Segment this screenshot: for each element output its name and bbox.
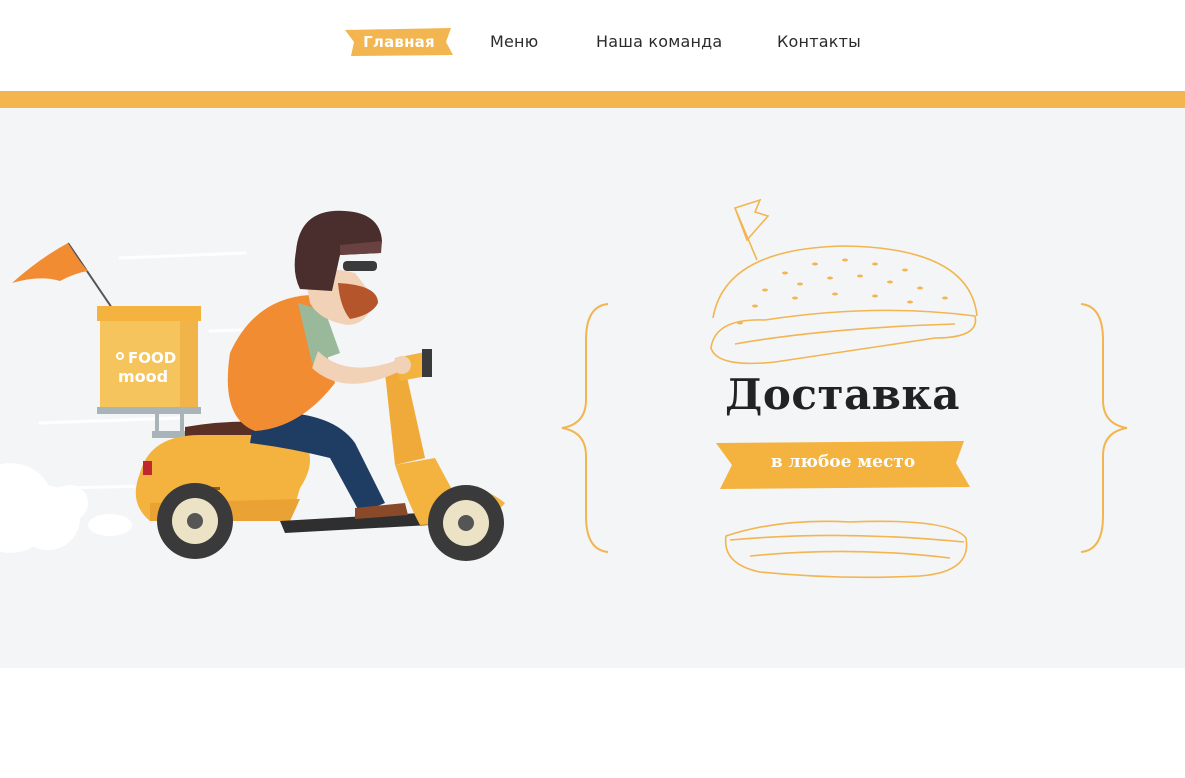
box-logo-line2: mood — [118, 367, 168, 386]
hero-section: FOOD mood Доставка в любое место — [0, 108, 1185, 778]
nav-item-menu-label: Меню — [490, 32, 539, 51]
hero-subtitle: в любое место — [770, 452, 916, 472]
left-brace-decoration — [561, 303, 609, 553]
nav-item-home-label: Главная — [363, 33, 435, 51]
hero-title: Доставка — [725, 370, 960, 419]
right-brace-decoration — [1080, 303, 1128, 553]
burger-top-bun-illustration — [710, 198, 978, 365]
nav-item-home[interactable]: Главная — [343, 28, 455, 56]
nav-item-contacts[interactable]: Контакты — [777, 28, 861, 56]
nav-item-menu[interactable]: Меню — [490, 28, 538, 56]
burger-bottom-bun-illustration — [724, 520, 968, 579]
nav-item-contacts-label: Контакты — [777, 32, 861, 51]
nav-item-team-label: Наша команда — [596, 32, 723, 51]
top-navigation: Главная Меню Наша команда Контакты — [0, 0, 1185, 91]
nav-item-team[interactable]: Наша команда — [596, 28, 722, 56]
torn-edge-divider — [0, 762, 1185, 778]
delivery-scooter-illustration: FOOD mood — [0, 210, 505, 561]
accent-stripe — [0, 91, 1185, 108]
box-logo-line1: FOOD — [128, 349, 176, 367]
